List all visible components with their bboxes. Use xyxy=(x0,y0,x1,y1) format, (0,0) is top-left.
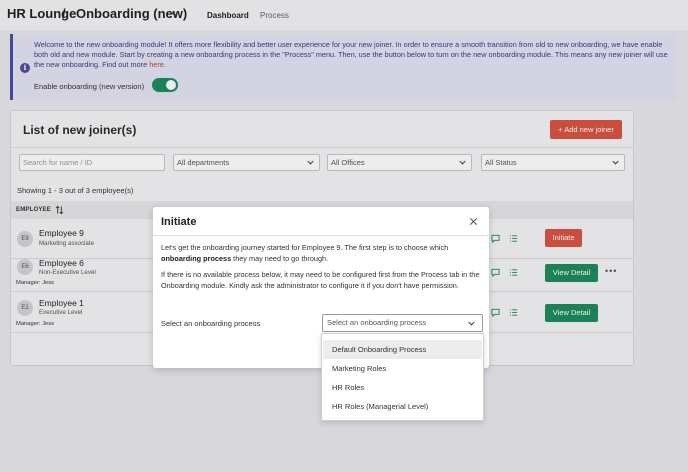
chevron-down-icon xyxy=(468,321,475,326)
close-icon[interactable] xyxy=(469,217,478,226)
option-marketing-roles[interactable]: Marketing Roles xyxy=(323,359,482,378)
divider xyxy=(153,235,489,236)
modal-intro-text: Let's get the onboarding journey started… xyxy=(161,243,449,263)
select-label: Select an onboarding process xyxy=(161,319,261,328)
modal-help-text: If there is no available process below, … xyxy=(161,270,480,290)
option-default-onboarding-process[interactable]: Default Onboarding Process xyxy=(323,340,482,359)
modal-title: Initiate xyxy=(161,216,197,228)
process-options-dropdown: Default Onboarding Process Marketing Rol… xyxy=(321,333,484,421)
onboarding-process-select[interactable]: Select an onboarding process xyxy=(322,314,483,332)
select-placeholder: Select an onboarding process xyxy=(327,318,427,327)
option-hr-roles-managerial[interactable]: HR Roles (Managerial Level) xyxy=(323,397,482,416)
option-hr-roles[interactable]: HR Roles xyxy=(323,378,482,397)
